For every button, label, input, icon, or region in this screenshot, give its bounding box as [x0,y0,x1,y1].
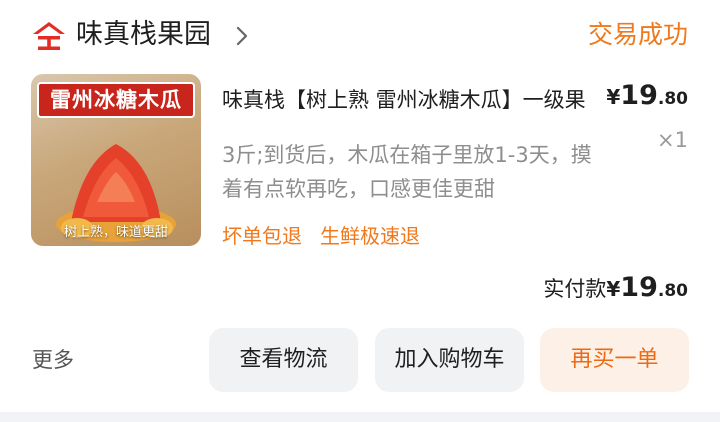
thumbnail-banner: 雷州冰糖木瓜 [37,82,195,118]
item-quantity: ×1 [657,128,688,152]
total-integer: 19 [620,272,658,303]
order-status: 交易成功 [587,20,688,49]
total-decimal: .80 [657,281,688,301]
buy-again-button[interactable]: 再买一单 [540,328,689,392]
section-divider [0,412,720,422]
thumbnail-caption: 树上熟，味道更甜 [63,225,168,240]
product-spec[interactable]: 3斤;到货后，木瓜在箱子里放1-3天，摸着有点软再吃，口感更佳更甜 [222,138,594,206]
add-to-cart-button[interactable]: 加入购物车 [375,328,524,392]
item-price: ¥19.80 [606,80,688,111]
chevron-right-icon[interactable] [233,25,251,47]
total-paid: 实付款¥19.80 [543,272,688,303]
price-integer: 19 [620,80,658,111]
shop-name[interactable]: 味真栈果园 [76,16,211,54]
order-header: 味真栈果园 交易成功 [0,0,720,70]
tag-fresh-refund: 生鲜极速退 [320,224,420,248]
product-title[interactable]: 味真栈【树上熟 雷州冰糖木瓜】一级果 [222,85,600,115]
product-thumbnail[interactable]: 雷州冰糖木瓜 树上熟，味道更甜 [31,74,201,246]
total-currency: ¥ [606,277,621,301]
shop-logo-icon[interactable] [32,21,66,51]
view-logistics-button[interactable]: 查看物流 [209,328,358,392]
price-currency: ¥ [606,85,621,109]
price-decimal: .80 [657,89,688,109]
more-button[interactable]: 更多 [32,342,74,378]
tag-bad-refund: 坏单包退 [222,224,302,248]
service-tags: 坏单包退 生鲜极速退 [222,222,420,250]
total-label: 实付款 [543,277,607,301]
